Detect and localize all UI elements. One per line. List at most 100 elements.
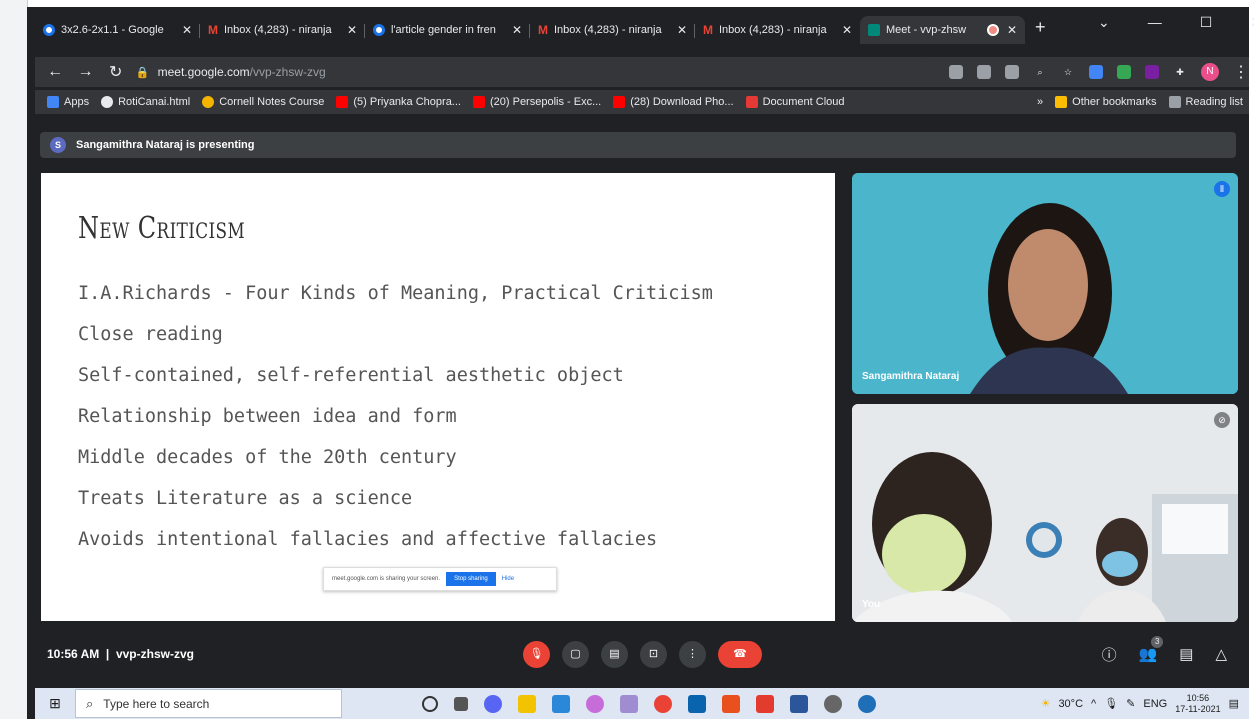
todo-icon[interactable] <box>552 694 570 713</box>
close-icon[interactable]: ✕ <box>512 23 522 37</box>
acrobat-icon[interactable] <box>756 694 774 713</box>
mic-off-icon: ⊘ <box>1214 412 1230 428</box>
leave-call-button[interactable]: ☎ <box>718 640 762 668</box>
bookmark-roticanai[interactable]: RotiCanai.html <box>101 96 190 108</box>
close-icon[interactable]: ✕ <box>677 23 687 37</box>
meet-icon <box>868 24 880 36</box>
url-path: /vvp-zhsw-zvg <box>249 65 326 79</box>
screen-share-banner: meet.google.com is sharing your screen. … <box>323 567 557 591</box>
notifications-icon[interactable]: ▤ <box>1229 697 1239 710</box>
tab-bar: 3x2.6-2x1.1 - Google ✕ M Inbox (4,283) - n… <box>35 14 1249 44</box>
new-tab-button[interactable]: + <box>1035 17 1046 38</box>
chat-icon[interactable]: ▤ <box>1179 645 1193 663</box>
bookmark-priyanka[interactable]: (5) Priyanka Chopra... <box>336 96 461 108</box>
bookmark-cornell[interactable]: Cornell Notes Course <box>202 96 324 108</box>
word-icon[interactable] <box>790 694 808 713</box>
participant-name: Sangamithra Nataraj <box>862 371 960 382</box>
stop-sharing-button[interactable]: Stop sharing <box>446 572 496 586</box>
bookmark-document-cloud[interactable]: Document Cloud <box>745 96 845 108</box>
close-icon[interactable]: ✕ <box>347 23 357 37</box>
reading-list[interactable]: Reading list <box>1168 96 1243 108</box>
tab-search-icon[interactable]: ⌄ <box>1098 14 1110 31</box>
bookmark-persepolis[interactable]: (20) Persepolis - Exc... <box>472 96 601 108</box>
cortana-icon[interactable] <box>422 695 438 712</box>
captions-button[interactable]: ▤ <box>601 640 628 668</box>
meeting-time: 10:56 AM <box>47 647 100 661</box>
bookmarks-overflow[interactable]: » <box>1037 96 1043 108</box>
video-tile-presenter[interactable]: ⦀ Sangamithra Nataraj <box>852 173 1238 394</box>
tab-inbox-3[interactable]: M Inbox (4,283) - niranja ✕ <box>695 16 860 44</box>
grammarly-icon[interactable] <box>1117 65 1132 79</box>
close-icon[interactable]: ✕ <box>182 23 192 37</box>
activities-icon[interactable]: △ <box>1215 645 1227 663</box>
snip-icon[interactable] <box>620 694 638 713</box>
extension-icon[interactable] <box>1089 65 1104 79</box>
tab-google-2[interactable]: l'article gender in fren ✕ <box>365 16 530 44</box>
zoom-icon[interactable]: ⌕ <box>1033 65 1047 79</box>
more-options-button[interactable]: ⋮ <box>679 640 706 668</box>
help-icon[interactable] <box>858 694 876 713</box>
extension-area: ⌕ ☆ ✚ N ⋮ <box>949 62 1249 82</box>
tab-inbox-2[interactable]: M Inbox (4,283) - niranja ✕ <box>530 16 695 44</box>
close-window-icon[interactable]: ✕ <box>1250 14 1254 31</box>
clock-date: 17-11-2021 <box>1175 703 1221 714</box>
windows-start-icon[interactable]: ⊞ <box>35 695 75 712</box>
file-explorer-icon[interactable] <box>518 694 536 713</box>
chrome-icon[interactable] <box>654 694 672 713</box>
language-indicator[interactable]: ENG <box>1143 698 1167 710</box>
presenter-avatar: S <box>50 137 66 153</box>
video-tile-self[interactable]: ⊘ You <box>852 404 1238 622</box>
bookmark-download[interactable]: (28) Download Pho... <box>613 96 734 108</box>
meeting-info: 10:56 AM | vvp-zhsw-zvg <box>47 647 194 661</box>
back-icon[interactable]: ← <box>45 63 65 81</box>
office-icon[interactable] <box>722 694 740 713</box>
hide-banner-button[interactable]: Hide <box>502 576 514 582</box>
apps-icon <box>47 96 59 108</box>
speaking-indicator-icon: ⦀ <box>1214 181 1230 197</box>
maximize-icon[interactable]: ☐ <box>1200 14 1213 31</box>
qr-icon[interactable] <box>1005 65 1020 79</box>
mail-icon[interactable] <box>688 694 706 713</box>
share-banner-text: meet.google.com is sharing your screen. <box>332 576 441 582</box>
presentation-slide: New Criticism I.A.Richards - Four Kinds … <box>41 173 835 621</box>
weather-temp[interactable]: 30°C <box>1058 698 1083 710</box>
tab-meet[interactable]: Meet - vvp-zhsw ✕ <box>860 16 1025 44</box>
other-bookmarks[interactable]: Other bookmarks <box>1055 96 1157 108</box>
search-icon: ⌕ <box>86 695 94 711</box>
close-icon[interactable]: ✕ <box>1007 23 1017 37</box>
present-button[interactable]: ⊡ <box>640 640 667 668</box>
settings-icon[interactable] <box>824 694 842 713</box>
forward-icon[interactable]: → <box>75 63 95 81</box>
tab-label: l'article gender in fren <box>391 24 496 36</box>
presenter-video <box>852 173 1238 394</box>
menu-icon[interactable]: ⋮ <box>1233 62 1249 82</box>
star-icon[interactable]: ☆ <box>1061 65 1075 79</box>
bookmark-apps[interactable]: Apps <box>47 96 89 108</box>
chevron-up-icon[interactable]: ^ <box>1091 698 1096 710</box>
people-button[interactable]: 👥 3 <box>1139 636 1164 663</box>
mic-toggle-button[interactable]: 🎙 <box>523 640 550 668</box>
bookmark-label: Document Cloud <box>762 96 845 108</box>
mic-icon[interactable]: 🎙 <box>1104 697 1118 710</box>
tab-inbox-1[interactable]: M Inbox (4,283) - niranja ✕ <box>200 16 365 44</box>
address-bar[interactable]: 🔒 meet.google.com/vvp-zhsw-zvg <box>135 60 930 84</box>
profile-avatar[interactable]: N <box>1201 63 1220 81</box>
cast-icon[interactable] <box>977 65 992 79</box>
tab-google-1[interactable]: 3x2.6-2x1.1 - Google ✕ <box>35 16 200 44</box>
info-icon[interactable]: ⓘ <box>1102 644 1117 665</box>
taskbar-search[interactable]: ⌕ Type here to search <box>75 689 342 718</box>
camera-icon[interactable] <box>949 65 964 79</box>
task-view-icon[interactable] <box>454 696 468 711</box>
notes-extension-icon[interactable] <box>1145 65 1160 79</box>
itunes-icon[interactable] <box>586 694 604 713</box>
reload-icon[interactable]: ↻ <box>106 62 126 82</box>
close-icon[interactable]: ✕ <box>842 23 852 37</box>
center-controls: 🎙 ▢ ▤ ⊡ ⋮ ☎ <box>523 640 762 668</box>
clock[interactable]: 10:56 17-11-2021 <box>1175 693 1220 715</box>
meeting-code: vvp-zhsw-zvg <box>115 647 194 661</box>
camera-toggle-button[interactable]: ▢ <box>562 640 589 668</box>
pen-icon[interactable]: ✎ <box>1126 697 1135 710</box>
discord-icon[interactable] <box>484 694 502 713</box>
puzzle-icon[interactable]: ✚ <box>1173 65 1187 79</box>
minimize-icon[interactable]: — <box>1148 14 1162 31</box>
